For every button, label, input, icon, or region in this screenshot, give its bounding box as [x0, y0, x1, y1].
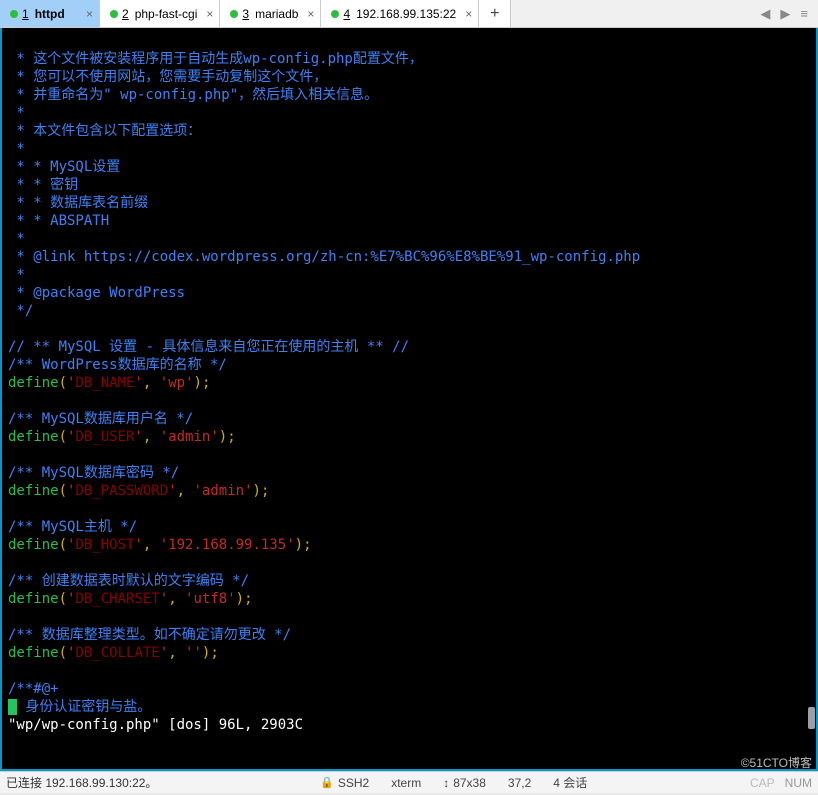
num-indicator: NUM: [785, 776, 812, 790]
code-line: /** MySQL数据库密码 */: [8, 465, 179, 481]
code-line: * 这个文件被安装程序用于自动生成wp-config.php配置文件，: [8, 51, 423, 67]
cursor-position: 37,2: [508, 774, 531, 791]
caps-indicator: CAP: [750, 776, 775, 790]
code-line: /** 创建数据表时默认的文字编码 */: [8, 573, 249, 589]
tab-label: httpd: [35, 7, 65, 21]
watermark: ©51CTO博客: [741, 754, 812, 771]
tab-bar: 1 httpd × 2 php-fast-cgi × 3 mariadb × 4…: [0, 0, 818, 28]
protocol-label: SSH2: [338, 776, 369, 790]
close-icon[interactable]: ×: [465, 7, 472, 21]
tab-label: mariadb: [255, 7, 298, 21]
tab-index: 4: [343, 7, 350, 21]
terminal-size: 87x38: [453, 776, 486, 790]
code-line: define('DB_NAME', 'wp');: [8, 375, 210, 391]
code-line: /** WordPress数据库的名称 */: [8, 357, 227, 373]
chevron-right-icon[interactable]: ▶: [780, 6, 790, 22]
terminal-type: xterm: [391, 774, 421, 791]
code-line: define('DB_HOST', '192.168.99.135');: [8, 537, 312, 553]
terminal[interactable]: * 这个文件被安装程序用于自动生成wp-config.php配置文件， * 您可…: [2, 28, 816, 769]
tab-list: 1 httpd × 2 php-fast-cgi × 3 mariadb × 4…: [0, 0, 750, 27]
tab-index: 3: [242, 7, 249, 21]
code-line: *: [8, 231, 25, 247]
tab-nav: ◀ ▶ ≡: [750, 0, 818, 27]
code-line: * 您可以不使用网站，您需要手动复制这个文件，: [8, 69, 327, 85]
code-line: *: [8, 141, 25, 157]
resize-icon: ↕: [443, 776, 449, 790]
vim-status-line: "wp/wp-config.php" [dos] 96L, 2903C: [8, 717, 303, 733]
tab-httpd[interactable]: 1 httpd ×: [0, 0, 100, 27]
terminal-frame: * 这个文件被安装程序用于自动生成wp-config.php配置文件， * 您可…: [0, 28, 818, 771]
tab-remote-host[interactable]: 4 192.168.99.135:22 ×: [321, 0, 479, 27]
code-line: * * MySQL设置: [8, 159, 120, 175]
status-dot-icon: [331, 10, 339, 18]
tab-index: 2: [122, 7, 129, 21]
code-line: define('DB_PASSWORD', 'admin');: [8, 483, 269, 499]
code-line: /**#@+: [8, 681, 59, 697]
menu-icon[interactable]: ≡: [800, 6, 808, 21]
code-line: *: [8, 267, 25, 283]
plus-icon: +: [490, 5, 499, 23]
lock-icon: 🔒: [320, 776, 334, 789]
close-icon[interactable]: ×: [206, 7, 213, 21]
code-line: * * ABSPATH: [8, 213, 109, 229]
tab-mariadb[interactable]: 3 mariadb ×: [220, 0, 321, 27]
code-line: * @link https://codex.wordpress.org/zh-c…: [8, 249, 640, 265]
close-icon[interactable]: ×: [86, 7, 93, 21]
code-line: * 并重命名为" wp-config.php"，然后填入相关信息。: [8, 87, 378, 103]
tab-index: 1: [22, 7, 29, 21]
code-line: /** 数据库整理类型。如不确定请勿更改 */: [8, 627, 291, 643]
close-icon[interactable]: ×: [307, 7, 314, 21]
code-line: define('DB_CHARSET', 'utf8');: [8, 591, 253, 607]
code-line: // ** MySQL 设置 - 具体信息来自您正在使用的主机 ** //: [8, 339, 409, 355]
code-line: /** MySQL主机 */: [8, 519, 137, 535]
code-line: * * 密钥: [8, 177, 78, 193]
status-dot-icon: [110, 10, 118, 18]
tab-php-fast-cgi[interactable]: 2 php-fast-cgi ×: [100, 0, 220, 27]
status-bar: 已连接 192.168.99.130:22。 🔒 SSH2 xterm ↕ 87x…: [0, 771, 818, 793]
code-line: define('DB_USER', 'admin');: [8, 429, 236, 445]
chevron-left-icon[interactable]: ◀: [760, 6, 770, 22]
code-line: 身份认证密钥与盐。: [8, 699, 151, 715]
tab-label: 192.168.99.135:22: [356, 7, 456, 21]
tab-label: php-fast-cgi: [135, 7, 198, 21]
code-line: */: [8, 303, 33, 319]
code-line: define('DB_COLLATE', '');: [8, 645, 219, 661]
code-line: /** MySQL数据库用户名 */: [8, 411, 193, 427]
session-count: 4 会话: [553, 774, 587, 791]
scrollbar-thumb[interactable]: [808, 707, 815, 729]
code-line: * * 数据库表名前缀: [8, 195, 148, 211]
code-line: * 本文件包含以下配置选项：: [8, 123, 201, 139]
cursor-icon: [8, 699, 17, 715]
code-line: *: [8, 105, 25, 121]
status-dot-icon: [230, 10, 238, 18]
code-line: * @package WordPress: [8, 285, 185, 301]
add-tab-button[interactable]: +: [479, 0, 511, 27]
connection-status: 已连接 192.168.99.130:22。: [6, 774, 157, 791]
status-dot-icon: [10, 10, 18, 18]
